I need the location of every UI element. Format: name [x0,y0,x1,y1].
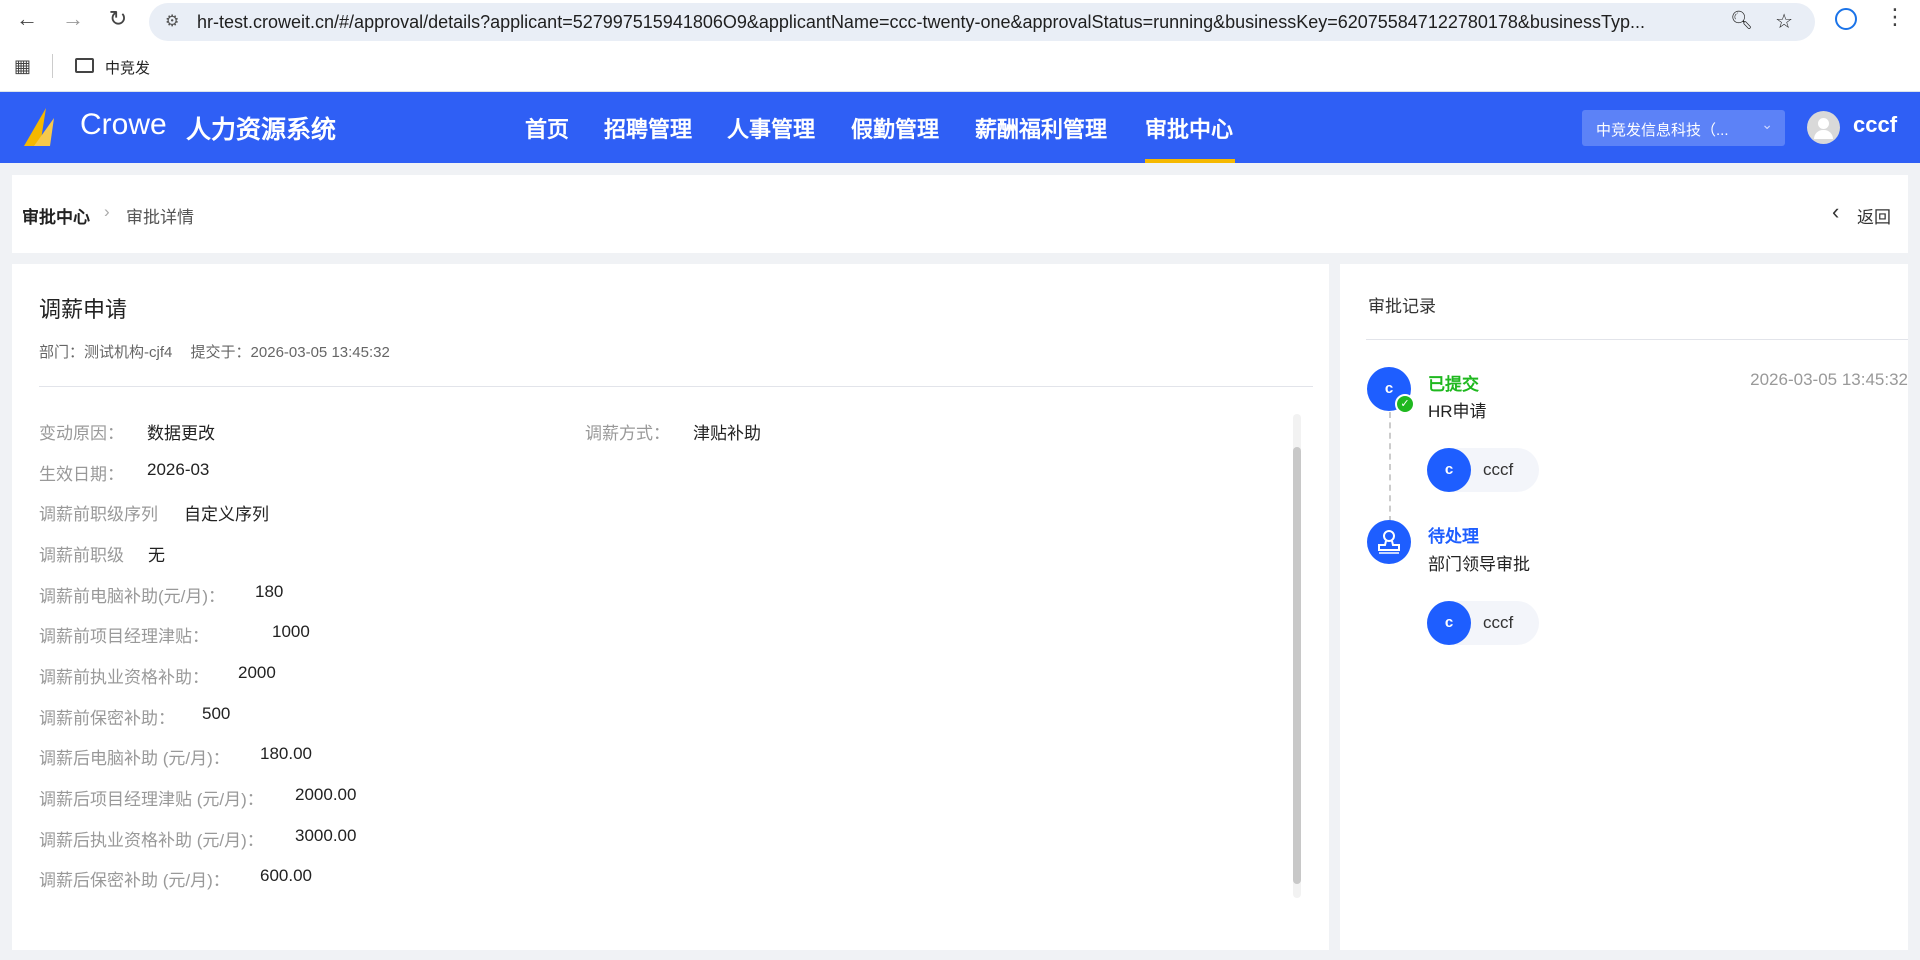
approver-chip: c cccf [1427,601,1539,645]
page-title: 调薪申请 [39,297,128,322]
chevron-right-icon: › [104,202,110,221]
field-label: 调薪后项目经理津贴 (元/月)： [39,790,264,809]
submit-label: 提交于： [190,344,251,361]
field-label: 变动原因： [39,424,124,443]
timeline-connector [1389,412,1391,522]
chevron-down-icon: ⌄ [1761,116,1773,132]
company-select[interactable]: 中竞发信息科技（... ⌄ [1582,110,1785,146]
step-name: 部门领导审批 [1428,555,1530,574]
field-label: 调薪后执业资格补助 (元/月)： [39,831,264,850]
field-label: 调薪前保密补助： [39,709,175,728]
forward-icon[interactable]: → [58,6,88,32]
scrollbar-track[interactable] [1293,414,1301,898]
field-label: 调薪后电脑补助 (元/月)： [39,749,230,768]
field-value: 1000 [272,622,310,641]
divider [39,386,1313,387]
approver-avatar: c [1427,448,1471,492]
field-value: 无 [148,546,165,565]
bookmark-item[interactable]: 中竞发 [105,57,150,78]
zoom-icon[interactable]: 🔍︎ [1730,10,1753,31]
field-label: 调薪后保密补助 (元/月)： [39,871,230,890]
browser-chrome: ← → ↻ ⚙ hr-test.croweit.cn/#/approval/de… [0,0,1920,92]
address-bar[interactable]: ⚙ hr-test.croweit.cn/#/approval/details?… [149,3,1815,41]
divider [52,54,53,78]
folder-icon [75,58,94,73]
username[interactable]: cccf [1853,112,1897,138]
brand-name: Crowe [80,108,167,141]
scrollbar-thumb[interactable] [1293,447,1301,884]
back-icon[interactable]: ← [12,6,42,32]
active-nav-indicator [1145,159,1235,163]
field-label: 调薪前执业资格补助： [39,668,209,687]
field-value: 600.00 [260,866,312,885]
field-value: 2026-03 [147,460,210,479]
field-label: 生效日期： [39,465,124,484]
field-value: 500 [202,704,231,723]
approver-name: cccf [1483,460,1514,479]
field-label: 调薪前项目经理津贴： [39,627,209,646]
approver-avatar: c [1427,601,1471,645]
field-value: 2000 [238,663,276,682]
apps-icon[interactable]: ▦ [14,56,31,77]
breadcrumb-bar: 审批中心 › 审批详情 ‹ 返回 [12,175,1908,253]
submit-time: 2026-03-05 13:45:32 [250,344,390,361]
reload-icon[interactable]: ↻ [103,6,133,32]
approver-name: cccf [1483,613,1514,632]
step-name: HR申请 [1428,402,1487,421]
field-value: 3000.00 [295,826,357,845]
nav-personnel[interactable]: 人事管理 [727,112,815,144]
step-status: 已提交 [1428,375,1479,394]
step-status: 待处理 [1428,527,1479,546]
avatar[interactable] [1807,111,1840,144]
record-title: 审批记录 [1368,297,1436,316]
site-settings-icon[interactable]: ⚙ [165,11,179,31]
url-text[interactable]: hr-test.croweit.cn/#/approval/details?ap… [197,12,1737,33]
field-value: 180.00 [260,744,312,763]
profile-icon[interactable] [1835,8,1857,30]
nav-home[interactable]: 首页 [525,112,569,144]
field-label: 调薪前电脑补助(元/月)： [39,587,226,606]
dept-label: 部门： [39,344,85,361]
field-value: 数据更改 [147,424,215,443]
dept-value: 测试机构-cjf4 [84,344,173,361]
field-value: 2000.00 [295,785,357,804]
divider [1366,339,1908,340]
field-value: 180 [255,582,284,601]
nav-salary[interactable]: 薪酬福利管理 [975,112,1107,144]
approver-chip: c cccf [1427,448,1539,492]
field-value: 自定义序列 [184,505,269,524]
field-label: 调薪前职级序列 [39,505,158,524]
field-label: 调薪方式： [585,424,670,443]
back-chevron-icon[interactable]: ‹ [1832,199,1839,225]
nav-recruit[interactable]: 招聘管理 [604,112,692,144]
breadcrumb-root[interactable]: 审批中心 [22,203,90,228]
company-name: 中竞发信息科技（... [1596,122,1729,139]
menu-icon[interactable]: ⋮ [1884,4,1906,30]
check-icon: ✓ [1395,394,1415,414]
nav-attendance[interactable]: 假勤管理 [851,112,939,144]
stamp-icon [1367,520,1411,564]
back-button[interactable]: 返回 [1857,203,1891,228]
system-name: 人力资源系统 [186,116,337,144]
breadcrumb-current: 审批详情 [126,208,194,227]
nav-approval[interactable]: 审批中心 [1145,112,1233,144]
star-icon[interactable]: ☆ [1775,9,1793,34]
crowe-logo-icon [24,108,54,146]
meta-row: 部门：测试机构-cjf4 提交于：2026-03-05 13:45:32 [39,341,390,362]
step-time: 2026-03-05 13:45:32 [1750,370,1908,389]
top-nav: Crowe 人力资源系统 首页 招聘管理 人事管理 假勤管理 薪酬福利管理 审批… [0,92,1920,163]
field-label: 调薪前职级 [39,546,124,565]
approval-record-panel: 审批记录 c ✓ 已提交 HR申请 2026-03-05 13:45:32 c … [1340,264,1908,950]
field-value: 津贴补助 [693,424,761,443]
detail-card: 调薪申请 部门：测试机构-cjf4 提交于：2026-03-05 13:45:3… [12,264,1329,950]
